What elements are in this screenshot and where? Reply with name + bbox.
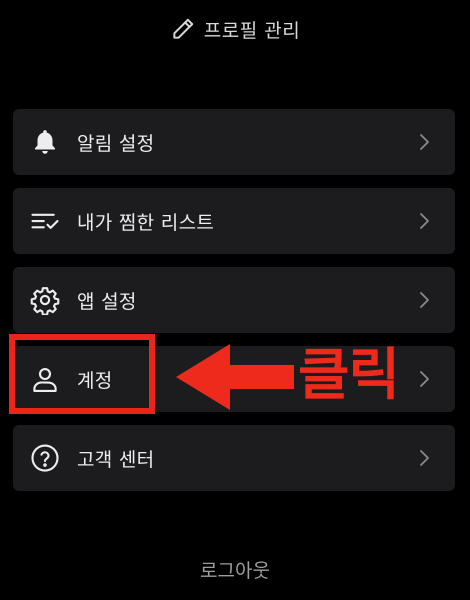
chevron-right-icon — [417, 290, 431, 310]
gear-icon — [29, 284, 61, 316]
menu-item-account[interactable]: 계정 — [13, 346, 455, 412]
menu-item-notification-settings[interactable]: 알림 설정 — [13, 109, 455, 175]
profile-manage-button[interactable]: 프로필 관리 — [0, 14, 470, 44]
profile-manage-label: 프로필 관리 — [203, 19, 301, 42]
checklist-icon — [29, 205, 61, 237]
bell-icon — [29, 126, 61, 158]
chevron-right-icon — [417, 211, 431, 231]
menu-item-wishlist[interactable]: 내가 찜한 리스트 — [13, 188, 455, 254]
menu-item-label: 내가 찜한 리스트 — [77, 211, 215, 234]
pencil-icon — [170, 16, 196, 42]
menu-item-label: 알림 설정 — [77, 132, 155, 155]
chevron-right-icon — [417, 132, 431, 152]
chevron-right-icon — [417, 448, 431, 468]
settings-menu: 알림 설정 내가 찜한 리스트 앱 설정 계정 고객 센터 — [13, 109, 455, 504]
question-circle-icon — [29, 442, 61, 474]
person-icon — [29, 363, 61, 395]
menu-item-label: 계정 — [77, 369, 113, 392]
menu-item-customer-center[interactable]: 고객 센터 — [13, 425, 455, 491]
chevron-right-icon — [417, 369, 431, 389]
menu-item-app-settings[interactable]: 앱 설정 — [13, 267, 455, 333]
logout-button[interactable]: 로그아웃 — [0, 556, 470, 583]
menu-item-label: 앱 설정 — [77, 290, 137, 313]
menu-item-label: 고객 센터 — [77, 448, 155, 471]
